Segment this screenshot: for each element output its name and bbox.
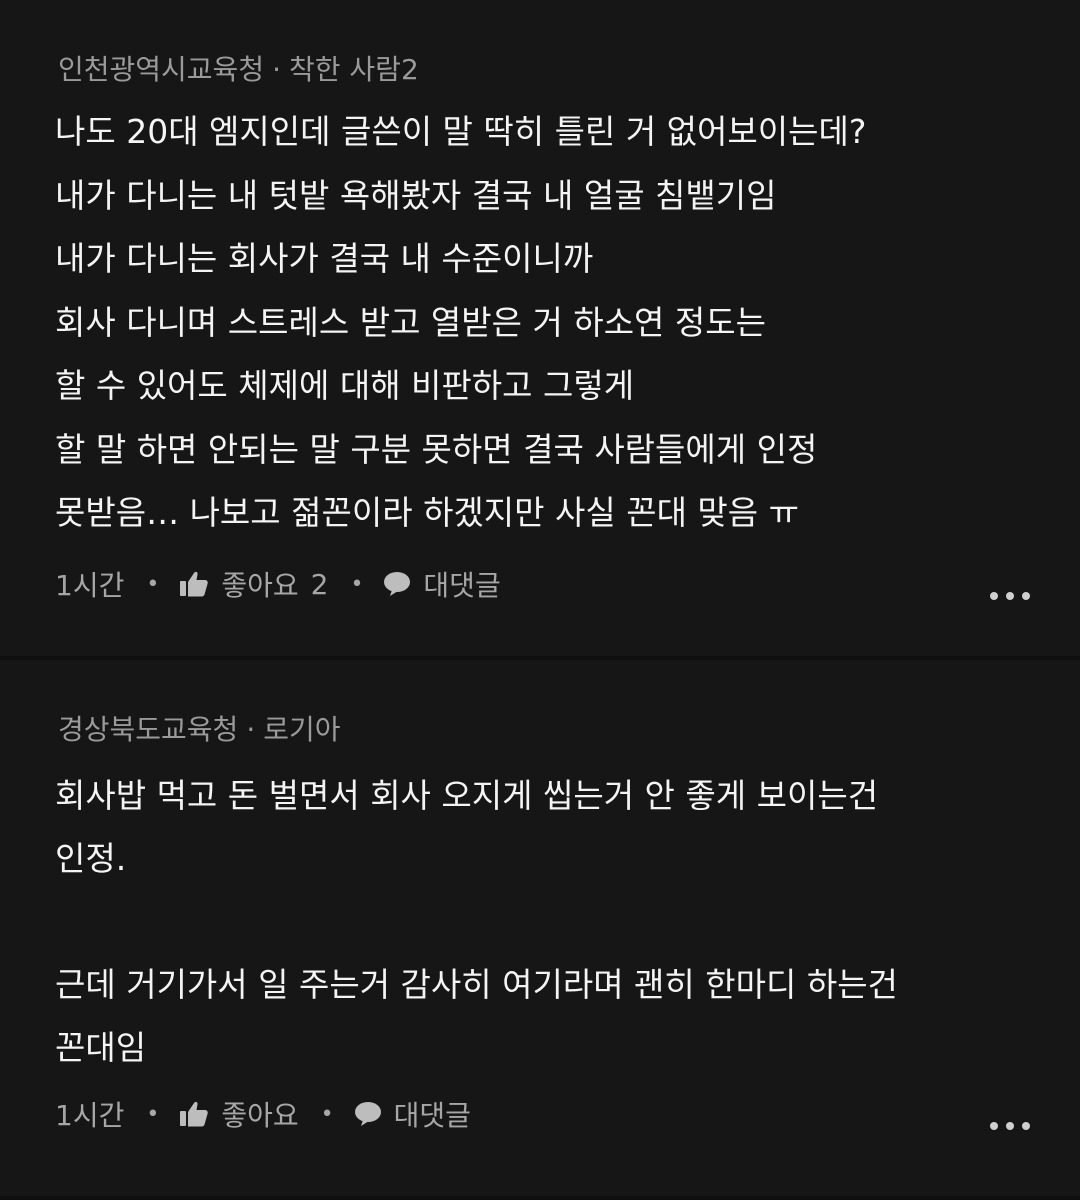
thumbs-up-icon [179, 1100, 209, 1128]
dot [1006, 1122, 1014, 1130]
dot [990, 592, 998, 600]
reply-label: 대댓글 [393, 1099, 471, 1132]
school-name: 인천광역시교육청 [58, 53, 265, 86]
like-button[interactable]: 좋아요 [179, 1094, 299, 1134]
dot [1022, 1122, 1030, 1130]
comment-line: 내가 다니는 내 텃밭 욕해봤자 결국 내 얼굴 침뱉기임 [55, 175, 777, 215]
comment-body: 나도 20대 엠지인데 글쓴이 말 딱히 틀린 거 없어보이는데? 내가 다니는… [55, 100, 866, 545]
reply-label: 대댓글 [423, 569, 501, 602]
thumbs-up-icon [179, 570, 209, 598]
comment-line: 인정. [55, 839, 127, 878]
comment-line: 회사밥 먹고 돈 벌면서 회사 오지게 씹는거 안 좋게 보이는건 [55, 776, 879, 815]
comment-line: 할 수 있어도 체제에 대해 비판하고 그렇게 [55, 366, 635, 405]
speech-bubble-icon [383, 571, 411, 597]
comment-line: 근데 거기가서 일 주는거 감사히 여기라며 괜히 한마디 하는건 [55, 965, 898, 1004]
action-separator: • [146, 571, 160, 597]
like-button[interactable]: 좋아요 2 [179, 564, 328, 604]
comment-line: 꼰대임 [55, 1028, 147, 1067]
meta-separator: · [272, 53, 281, 86]
dot [990, 1122, 998, 1130]
comment-line: 나도 20대 엠지인데 글쓴이 말 딱히 틀린 거 없어보이는데? [55, 112, 867, 151]
more-options-icon[interactable] [990, 1120, 1030, 1132]
comment-line: 할 말 하면 안되는 말 구분 못하면 결국 사람들에게 인정 [55, 429, 818, 469]
like-label: 좋아요 [221, 1099, 299, 1132]
speech-bubble-icon [354, 1101, 382, 1127]
school-name: 경상북도교육청 [58, 713, 239, 746]
comment-line: 회사 다니며 스트레스 받고 열받은 거 하소연 정도는 [55, 302, 766, 342]
reply-button[interactable]: 대댓글 [354, 1094, 471, 1134]
comment: 경상북도교육청 · 로기아 회사밥 먹고 돈 벌면서 회사 오지게 씹는거 안 좋게… [0, 660, 1080, 1200]
comment-header: 경상북도교육청 · 로기아 [58, 708, 341, 748]
action-separator: • [350, 571, 364, 597]
comment-line: 못받음… 나보고 젊꼰이라 하겠지만 사실 꼰대 맞음 ㅠ [55, 493, 799, 532]
action-separator: • [146, 1101, 160, 1127]
action-separator: • [320, 1101, 334, 1127]
author-name[interactable]: 로기아 [263, 713, 340, 746]
reply-button[interactable]: 대댓글 [383, 564, 501, 604]
dot [1022, 592, 1030, 600]
comment-divider [0, 1196, 1080, 1200]
dot [1006, 592, 1014, 600]
like-label: 좋아요 [221, 569, 299, 602]
comment-actions: 1시간 • 좋아요 2 • 대댓글 [55, 564, 501, 604]
comment: 인천광역시교육청 · 착한 사람2 나도 20대 엠지인데 글쓴이 말 딱히 틀린 … [0, 0, 1080, 656]
more-options-icon[interactable] [990, 590, 1030, 602]
comment-time: 1시간 [55, 569, 125, 602]
comment-header: 인천광역시교육청 · 착한 사람2 [58, 48, 419, 88]
comment-actions: 1시간 • 좋아요 • 대댓글 [55, 1094, 471, 1134]
like-count: 2 [310, 567, 329, 601]
meta-separator: · [246, 713, 256, 746]
comment-body: 회사밥 먹고 돈 벌면서 회사 오지게 씹는거 안 좋게 보이는건 인정. 근데… [55, 764, 898, 1079]
comment-line: 내가 다니는 회사가 결국 내 수준이니까 [55, 239, 594, 278]
comment-time: 1시간 [55, 1099, 125, 1132]
author-name[interactable]: 착한 사람2 [289, 53, 419, 86]
